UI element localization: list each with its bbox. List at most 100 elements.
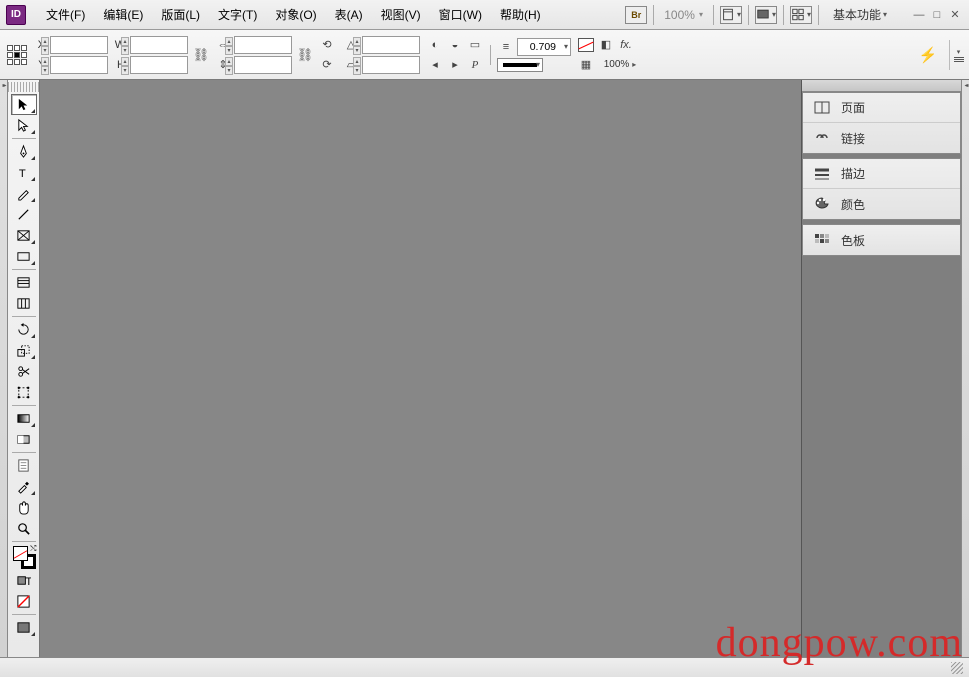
view-options-button[interactable]: [720, 6, 742, 24]
scale-fields: ⇔ ▴▾ ⇕ ▴▾: [214, 36, 292, 74]
menu-type[interactable]: 文字(T): [210, 2, 265, 27]
dock-collapse-strip[interactable]: [802, 80, 961, 92]
rectangle-frame-tool[interactable]: [11, 225, 37, 246]
swap-fill-stroke-icon[interactable]: ⤭: [30, 544, 36, 554]
page-icon: [721, 7, 735, 22]
separator: [713, 5, 714, 25]
close-button[interactable]: ✕: [947, 8, 963, 22]
size-fields: W: ▴▾ H: ▴▾: [114, 36, 188, 74]
apply-color-container-icon[interactable]: T: [11, 570, 37, 591]
rotation-input[interactable]: ▴▾: [362, 36, 420, 54]
gradient-feather-tool[interactable]: [11, 429, 37, 450]
rotate-cw-icon[interactable]: ⟳: [318, 56, 336, 74]
tools-panel: T ⤭ T: [8, 80, 40, 657]
right-panel-dock: 页面 链接 描边 颜色 色板: [801, 80, 961, 657]
stroke-weight-input[interactable]: 0.709: [517, 38, 571, 56]
tools-collapse-strip[interactable]: [0, 80, 8, 657]
svg-text:T: T: [25, 576, 31, 588]
horizontal-grid-tool[interactable]: [11, 272, 37, 293]
minimize-button[interactable]: —: [911, 8, 927, 22]
zoom-level-dropdown[interactable]: 100%: [660, 8, 707, 22]
menu-view[interactable]: 视图(V): [373, 2, 429, 27]
scissors-tool[interactable]: [11, 361, 37, 382]
hand-tool[interactable]: [11, 497, 37, 518]
rotate-tool[interactable]: [11, 319, 37, 340]
flip-vertical-icon[interactable]: ◒: [446, 36, 464, 54]
select-previous-icon[interactable]: ◂: [426, 56, 444, 74]
opacity-icon: ▦: [577, 56, 595, 74]
separator: [818, 5, 819, 25]
gradient-tool[interactable]: [11, 408, 37, 429]
menu-object[interactable]: 对象(O): [267, 2, 324, 27]
screen-mode-button[interactable]: [755, 6, 777, 24]
flip-horizontal-icon[interactable]: ◐: [426, 36, 444, 54]
x-input[interactable]: ▴▾: [50, 36, 108, 54]
y-input[interactable]: ▴▾: [50, 56, 108, 74]
vertical-grid-tool[interactable]: [11, 293, 37, 314]
note-tool[interactable]: [11, 455, 37, 476]
scale-x-input[interactable]: ▴▾: [234, 36, 292, 54]
effects-button[interactable]: fx.: [617, 36, 635, 54]
right-collapse-strip[interactable]: [961, 80, 969, 657]
panel-color[interactable]: 颜色: [803, 189, 960, 219]
workspace-switcher[interactable]: 基本功能: [825, 4, 895, 25]
fill-icon[interactable]: [577, 36, 595, 54]
menu-help[interactable]: 帮助(H): [492, 2, 549, 27]
height-input[interactable]: ▴▾: [130, 56, 188, 74]
view-mode-tool[interactable]: [11, 617, 37, 638]
pen-tool[interactable]: [11, 141, 37, 162]
separator: [490, 45, 491, 65]
width-input[interactable]: ▴▾: [130, 36, 188, 54]
pencil-tool[interactable]: [11, 183, 37, 204]
free-transform-tool[interactable]: [11, 382, 37, 403]
workspace: T ⤭ T: [0, 80, 969, 657]
grid-icon: [791, 7, 805, 22]
bridge-button[interactable]: Br: [625, 6, 647, 24]
select-next-icon[interactable]: ▸: [446, 56, 464, 74]
shear-input[interactable]: ▴▾: [362, 56, 420, 74]
panel-pages[interactable]: 页面: [803, 93, 960, 123]
zoom-tool[interactable]: [11, 518, 37, 539]
menu-layout[interactable]: 版面(L): [153, 2, 208, 27]
scale-tool[interactable]: [11, 340, 37, 361]
constrain-scale-icon[interactable]: ⛓: [298, 38, 312, 72]
select-content-p-icon[interactable]: P: [466, 56, 484, 74]
document-canvas[interactable]: [40, 80, 801, 657]
tools-grip[interactable]: [8, 82, 39, 92]
rectangle-tool[interactable]: [11, 246, 37, 267]
links-icon: [813, 130, 831, 146]
panel-label: 色板: [841, 232, 865, 249]
resize-grip-icon[interactable]: [951, 662, 963, 674]
type-tool[interactable]: T: [11, 162, 37, 183]
panel-label: 颜色: [841, 196, 865, 213]
rotate-ccw-icon[interactable]: ⟲: [318, 36, 336, 54]
menu-window[interactable]: 窗口(W): [431, 2, 490, 27]
drop-shadow-icon[interactable]: ◧: [597, 36, 615, 54]
panel-label: 页面: [841, 99, 865, 116]
arrange-documents-button[interactable]: [790, 6, 812, 24]
constrain-proportions-icon[interactable]: ⛓: [194, 38, 208, 72]
panel-swatches[interactable]: 色板: [803, 225, 960, 255]
reference-point-selector[interactable]: [6, 44, 28, 66]
stroke-style-dropdown[interactable]: [497, 58, 543, 72]
fill-stroke-swatches[interactable]: ⤭: [11, 544, 37, 570]
control-panel-menu-icon[interactable]: [949, 40, 963, 70]
direct-selection-tool[interactable]: [11, 115, 37, 136]
panel-stroke[interactable]: 描边: [803, 159, 960, 189]
selection-tool[interactable]: [11, 94, 37, 115]
menu-edit[interactable]: 编辑(E): [95, 2, 151, 27]
scale-y-input[interactable]: ▴▾: [234, 56, 292, 74]
select-container-icon[interactable]: ▭: [466, 36, 484, 54]
maximize-button[interactable]: □: [929, 8, 945, 22]
line-tool[interactable]: [11, 204, 37, 225]
status-bar: [0, 657, 969, 677]
menu-table[interactable]: 表(A): [327, 2, 371, 27]
menu-file[interactable]: 文件(F): [38, 2, 93, 27]
stroke-icon: [813, 166, 831, 182]
opacity-input[interactable]: 100%: [597, 56, 643, 74]
eyedropper-tool[interactable]: [11, 476, 37, 497]
separator: [748, 5, 749, 25]
quick-apply-icon[interactable]: ⚡: [917, 44, 939, 66]
panel-links[interactable]: 链接: [803, 123, 960, 153]
default-fill-stroke-icon[interactable]: [11, 591, 37, 612]
